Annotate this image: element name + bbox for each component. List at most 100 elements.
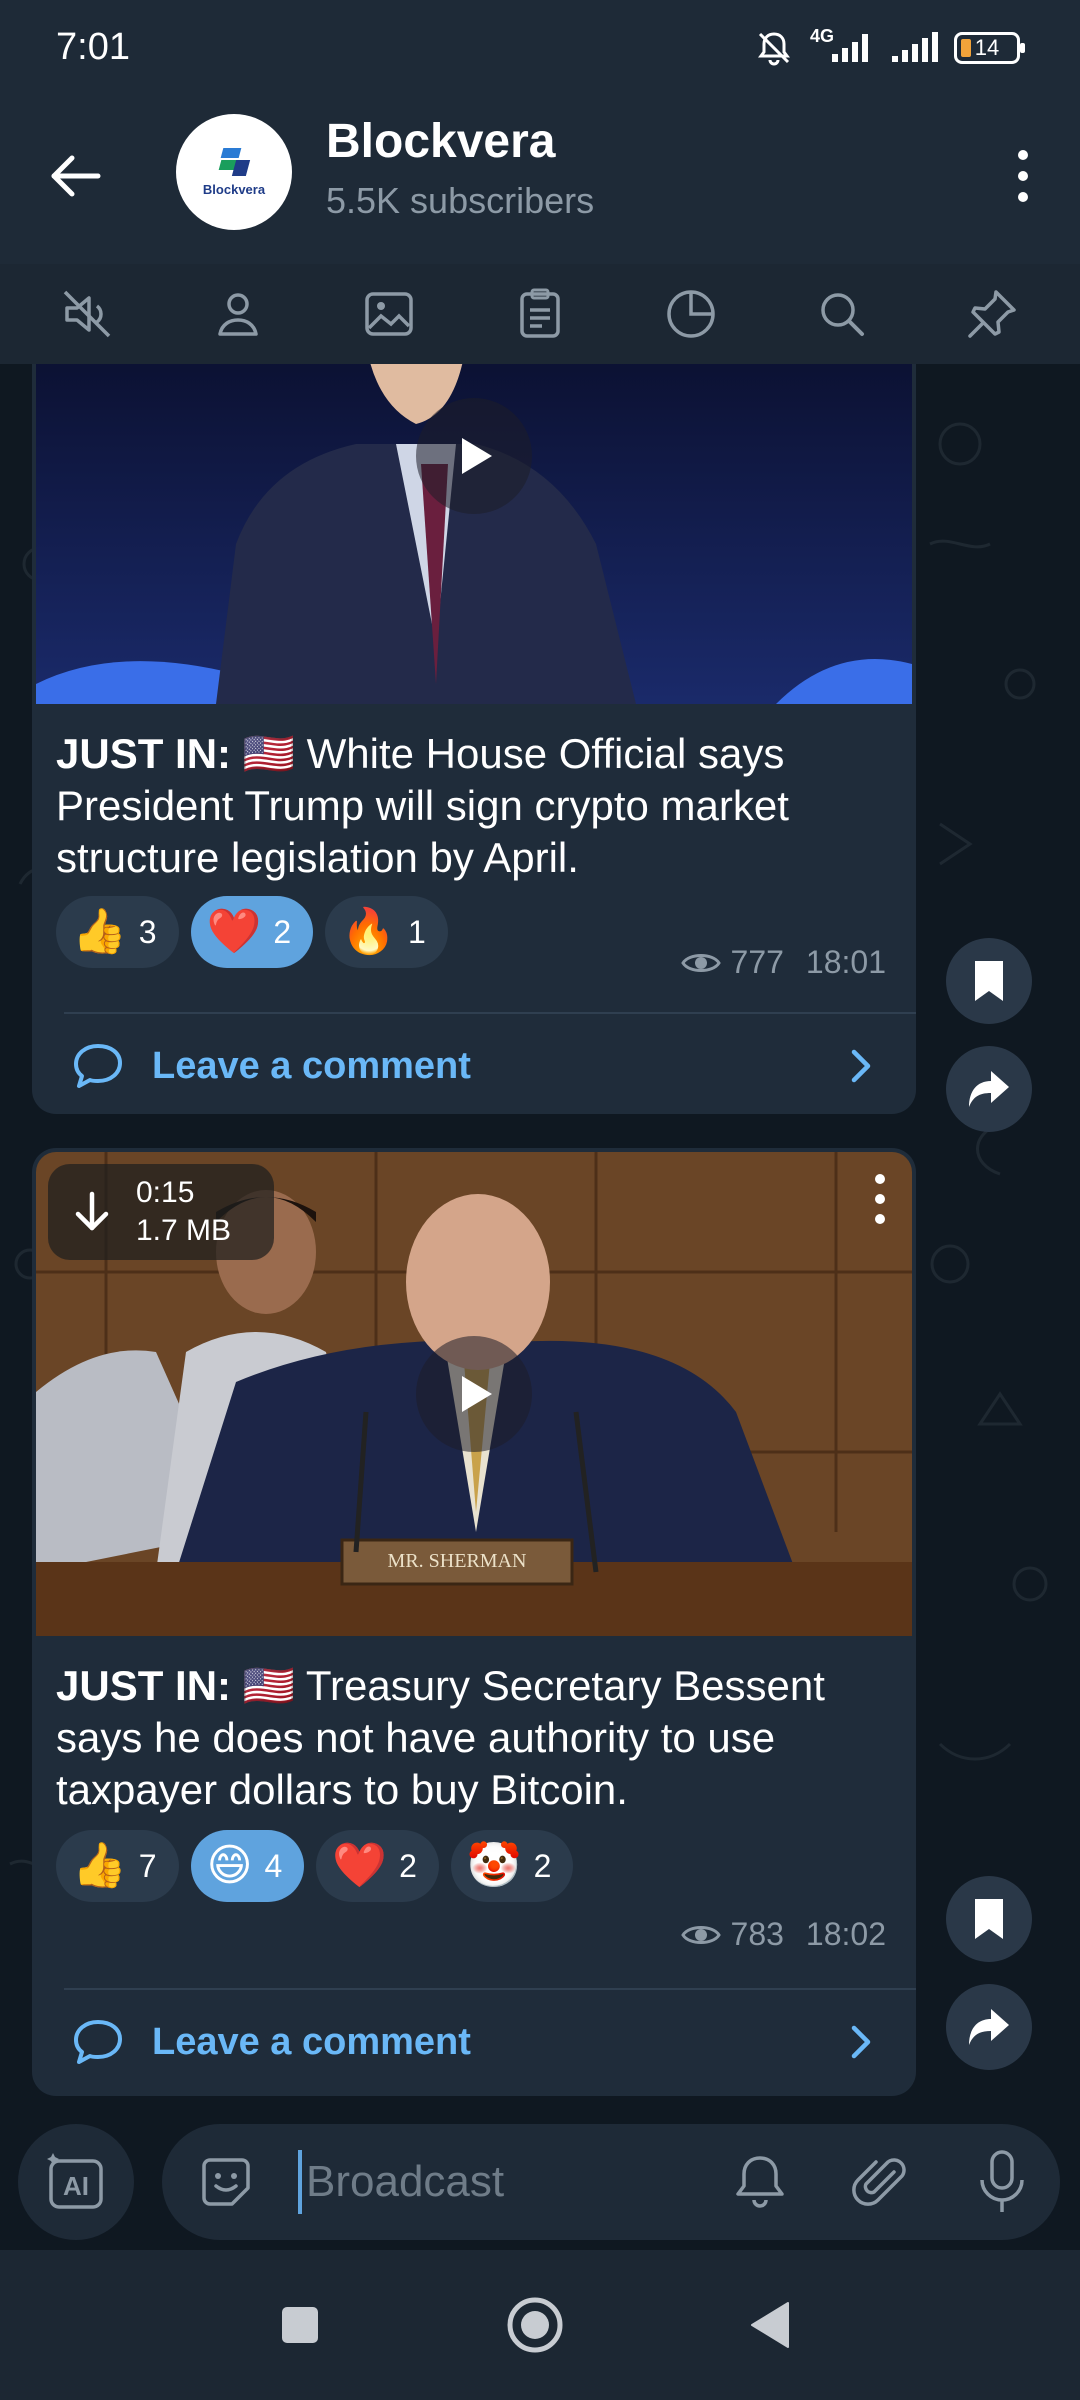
signal-4g-icon: 4G <box>810 26 874 66</box>
reaction-count: 2 <box>399 1847 417 1884</box>
play-button[interactable] <box>416 398 532 514</box>
bookmark-icon <box>975 1899 1003 1939</box>
reaction-count: 2 <box>273 913 292 950</box>
message-lead: JUST IN: <box>56 1662 232 1709</box>
share-icon <box>969 2009 1009 2045</box>
media-icon[interactable] <box>349 274 429 354</box>
comment-icon <box>74 2020 122 2064</box>
subscriber-count: 5.5K subscribers <box>326 180 595 221</box>
channel-avatar[interactable]: Blockvera <box>176 114 292 230</box>
status-time: 7:01 <box>56 26 130 68</box>
reaction-thumbs-up[interactable]: 👍 7 <box>56 1830 179 1902</box>
microphone-icon[interactable] <box>970 2146 1034 2218</box>
share-button[interactable] <box>946 1046 1032 1132</box>
heart-icon: ❤️ <box>332 1841 388 1890</box>
message-text: JUST IN: 🇺🇸 Treasury Secretary Bessent s… <box>56 1660 896 1816</box>
ai-button[interactable]: AI <box>18 2124 134 2240</box>
video-duration: 0:15 <box>136 1176 195 1209</box>
bookmark-button[interactable] <box>946 1876 1032 1962</box>
message-input-bar <box>162 2124 1060 2240</box>
pin-icon[interactable] <box>952 274 1032 354</box>
sticker-icon[interactable] <box>196 2152 256 2212</box>
home-button[interactable] <box>500 2290 570 2360</box>
share-icon <box>969 1071 1009 1107</box>
bell-icon[interactable] <box>728 2150 792 2214</box>
system-nav-bar <box>0 2250 1080 2400</box>
video-more-icon[interactable] <box>870 1174 890 1224</box>
play-icon <box>462 1376 492 1412</box>
share-button[interactable] <box>946 1984 1032 2070</box>
play-icon <box>462 438 492 474</box>
message-bubble[interactable]: JUST IN: 🇺🇸 White House Official says Pr… <box>32 364 916 1114</box>
thumbs-up-icon: 👍 <box>72 1841 127 1890</box>
heart-icon: ❤️ <box>206 907 262 956</box>
comment-icon <box>74 1044 122 1088</box>
message-bubble[interactable]: MR. SHERMAN 0:15 1.7 MB JUST IN: 🇺🇸 Trea… <box>32 1148 916 2096</box>
thumbs-up-icon: 👍 <box>72 907 127 956</box>
reaction-heart[interactable]: ❤️ 2 <box>316 1830 439 1902</box>
bookmark-button[interactable] <box>946 938 1032 1024</box>
stats-icon[interactable] <box>651 274 731 354</box>
eye-icon <box>680 1925 721 1944</box>
fire-icon: 🔥 <box>341 907 396 956</box>
flag-emoji: 🇺🇸 <box>242 730 295 777</box>
reaction-thumbs-up[interactable]: 👍 3 <box>56 896 179 968</box>
video-size: 1.7 MB <box>136 1214 232 1247</box>
chevron-right-icon <box>851 1049 871 1083</box>
reaction-count: 1 <box>407 913 426 950</box>
message-list[interactable]: JUST IN: 🇺🇸 White House Official says Pr… <box>0 364 1080 2120</box>
chat-header: Blockvera Blockvera 5.5K subscribers <box>0 100 1080 264</box>
message-meta: 783 18:02 <box>680 1916 886 1953</box>
comment-label: Leave a comment <box>152 1044 471 1087</box>
video-thumbnail[interactable]: MR. SHERMAN 0:15 1.7 MB <box>36 1152 912 1636</box>
status-icons: 4G 14 <box>754 26 1025 68</box>
view-count: 777 <box>730 944 784 980</box>
reactions: 👍 7 😄 4 ❤️ 2 🤡 2 <box>56 1830 574 1902</box>
attach-icon[interactable] <box>850 2150 914 2214</box>
comment-label: Leave a comment <box>152 2020 471 2063</box>
leave-comment-button[interactable]: Leave a comment <box>32 1016 916 1114</box>
channel-toolbar <box>0 264 1080 364</box>
chevron-right-icon <box>851 2025 871 2059</box>
message-text: JUST IN: 🇺🇸 White House Official says Pr… <box>56 728 896 884</box>
divider <box>64 1988 916 1990</box>
reaction-grin[interactable]: 😄 4 <box>190 1830 305 1902</box>
bell-off-icon <box>758 32 790 66</box>
video-thumbnail[interactable] <box>36 364 912 704</box>
avatar-label: Blockvera <box>202 181 266 197</box>
download-arrow-icon <box>75 1191 109 1231</box>
blockvera-logo-icon <box>218 147 251 178</box>
view-count: 783 <box>730 1916 784 1952</box>
download-info: 0:15 1.7 MB <box>136 1174 231 1250</box>
play-button[interactable] <box>416 1336 532 1452</box>
grin-icon: 😄 <box>206 1841 253 1890</box>
leave-comment-button[interactable]: Leave a comment <box>32 1992 916 2092</box>
mute-icon[interactable] <box>47 274 127 354</box>
files-icon[interactable] <box>500 274 580 354</box>
search-icon[interactable] <box>802 274 882 354</box>
back-button[interactable] <box>735 2290 805 2360</box>
channel-title[interactable]: Blockvera <box>326 114 555 169</box>
svg-text:AI: AI <box>63 2171 89 2201</box>
reaction-clown[interactable]: 🤡 2 <box>450 1830 574 1902</box>
divider <box>64 1012 916 1014</box>
square-icon <box>282 2307 318 2343</box>
recent-apps-button[interactable] <box>265 2290 335 2360</box>
reaction-heart[interactable]: ❤️ 2 <box>190 896 314 968</box>
download-button[interactable]: 0:15 1.7 MB <box>48 1164 274 1260</box>
broadcast-input[interactable] <box>298 2150 718 2214</box>
nameplate-text: MR. SHERMAN <box>387 1550 527 1572</box>
battery-icon: 14 <box>954 32 1025 64</box>
message-time: 18:02 <box>805 1916 886 1952</box>
flag-emoji: 🇺🇸 <box>242 1662 295 1709</box>
profile-icon[interactable] <box>198 274 278 354</box>
reaction-count: 3 <box>138 913 157 950</box>
status-bar: 7:01 4G 14 <box>0 0 1080 100</box>
reaction-fire[interactable]: 🔥 1 <box>325 896 448 968</box>
reactions: 👍 3 ❤️ 2 🔥 1 <box>56 896 448 968</box>
back-arrow-icon[interactable] <box>44 144 108 208</box>
ai-sparkle-icon: AI <box>47 2153 103 2209</box>
eye-icon <box>680 953 721 972</box>
reaction-count: 4 <box>264 1847 283 1884</box>
more-menu-icon[interactable] <box>1008 144 1038 208</box>
